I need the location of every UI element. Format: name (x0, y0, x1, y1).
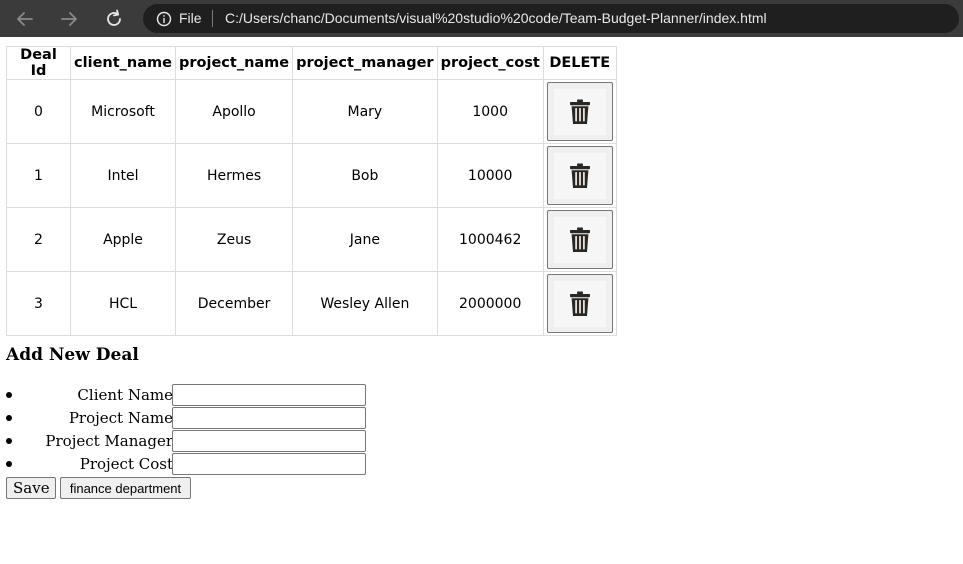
url-text[interactable]: C:/Users/chanc/Documents/visual%20studio… (225, 10, 767, 26)
arrow-left-icon (17, 12, 33, 26)
client-name-cell: Apple (70, 207, 176, 272)
delete-button[interactable] (546, 82, 613, 141)
project-cost-cell: 1000 (436, 79, 544, 144)
deals-table: Deal Id client_name project_name project… (6, 46, 617, 336)
client-name-row: Client Name (6, 384, 376, 407)
header-project-manager: project_manager (292, 46, 438, 80)
browser-toolbar: File C:/Users/chanc/Documents/visual%20s… (0, 0, 963, 37)
project-name-cell: Hermes (174, 143, 294, 208)
form-title: Add New Deal (6, 345, 139, 365)
list-bullet (6, 438, 12, 444)
project-manager-label: Project Manager (45, 432, 173, 450)
client-name-cell: Microsoft (70, 79, 176, 144)
table-row: 2 Apple Zeus Jane 1000462 (6, 207, 617, 272)
delete-button[interactable] (546, 274, 613, 333)
project-cost-row: Project Cost (6, 453, 376, 476)
deal-id-cell: 1 (6, 143, 71, 208)
header-client-name: client_name (70, 46, 176, 80)
trash-icon (569, 227, 590, 252)
delete-button[interactable] (546, 146, 613, 205)
header-deal-id: Deal Id (6, 46, 71, 80)
delete-image (553, 280, 606, 327)
table-row: 3 HCL December Wesley Allen 2000000 (6, 271, 617, 336)
finance-department-button[interactable]: finance department (60, 477, 191, 499)
project-name-cell: Zeus (174, 207, 294, 272)
delete-image (553, 216, 606, 263)
delete-image (553, 152, 606, 199)
client-name-cell: Intel (70, 143, 176, 208)
project-cost-input[interactable] (172, 453, 366, 475)
delete-cell (542, 271, 617, 336)
site-scheme-label: File (179, 10, 202, 26)
header-delete: DELETE (542, 46, 617, 80)
delete-image (553, 88, 606, 135)
delete-cell (542, 79, 617, 144)
header-project-name: project_name (174, 46, 294, 80)
delete-button[interactable] (546, 210, 613, 269)
delete-cell (542, 143, 617, 208)
trash-icon (569, 163, 590, 188)
project-cost-cell: 10000 (436, 143, 544, 208)
arrow-right-icon (61, 12, 77, 26)
project-manager-cell: Bob (292, 143, 438, 208)
project-name-cell: December (174, 271, 294, 336)
table-row: 0 Microsoft Apollo Mary 1000 (6, 79, 617, 144)
list-bullet (6, 415, 12, 421)
project-cost-label: Project Cost (79, 455, 173, 473)
client-name-label: Client Name (77, 386, 173, 404)
forward-button[interactable] (56, 6, 82, 32)
refresh-icon (107, 9, 121, 26)
project-name-cell: Apollo (174, 79, 294, 144)
list-bullet (6, 461, 12, 467)
project-cost-cell: 1000462 (436, 207, 544, 272)
project-cost-cell: 2000000 (436, 271, 544, 336)
header-project-cost: project_cost (436, 46, 544, 80)
list-bullet (6, 392, 12, 398)
project-manager-cell: Jane (292, 207, 438, 272)
deal-id-cell: 3 (6, 271, 71, 336)
table-header-row: Deal Id client_name project_name project… (6, 46, 617, 80)
trash-icon (569, 291, 590, 316)
project-manager-cell: Mary (292, 79, 438, 144)
address-divider (212, 10, 213, 27)
address-bar[interactable]: File C:/Users/chanc/Documents/visual%20s… (143, 4, 959, 33)
client-name-input[interactable] (172, 384, 366, 406)
project-name-row: Project Name (6, 407, 376, 430)
client-name-cell: HCL (70, 271, 176, 336)
project-name-label: Project Name (68, 409, 173, 427)
trash-icon (569, 99, 590, 124)
deal-id-cell: 0 (6, 79, 71, 144)
project-manager-input[interactable] (172, 430, 366, 452)
delete-cell (542, 207, 617, 272)
deal-id-cell: 2 (6, 207, 71, 272)
back-button[interactable] (12, 6, 38, 32)
reload-button[interactable] (101, 6, 127, 32)
save-button[interactable]: Save (6, 477, 56, 499)
table-row: 1 Intel Hermes Bob 10000 (6, 143, 617, 208)
info-icon[interactable] (156, 11, 172, 27)
project-manager-cell: Wesley Allen (292, 271, 438, 336)
project-name-input[interactable] (172, 407, 366, 429)
project-manager-row: Project Manager (6, 430, 376, 453)
